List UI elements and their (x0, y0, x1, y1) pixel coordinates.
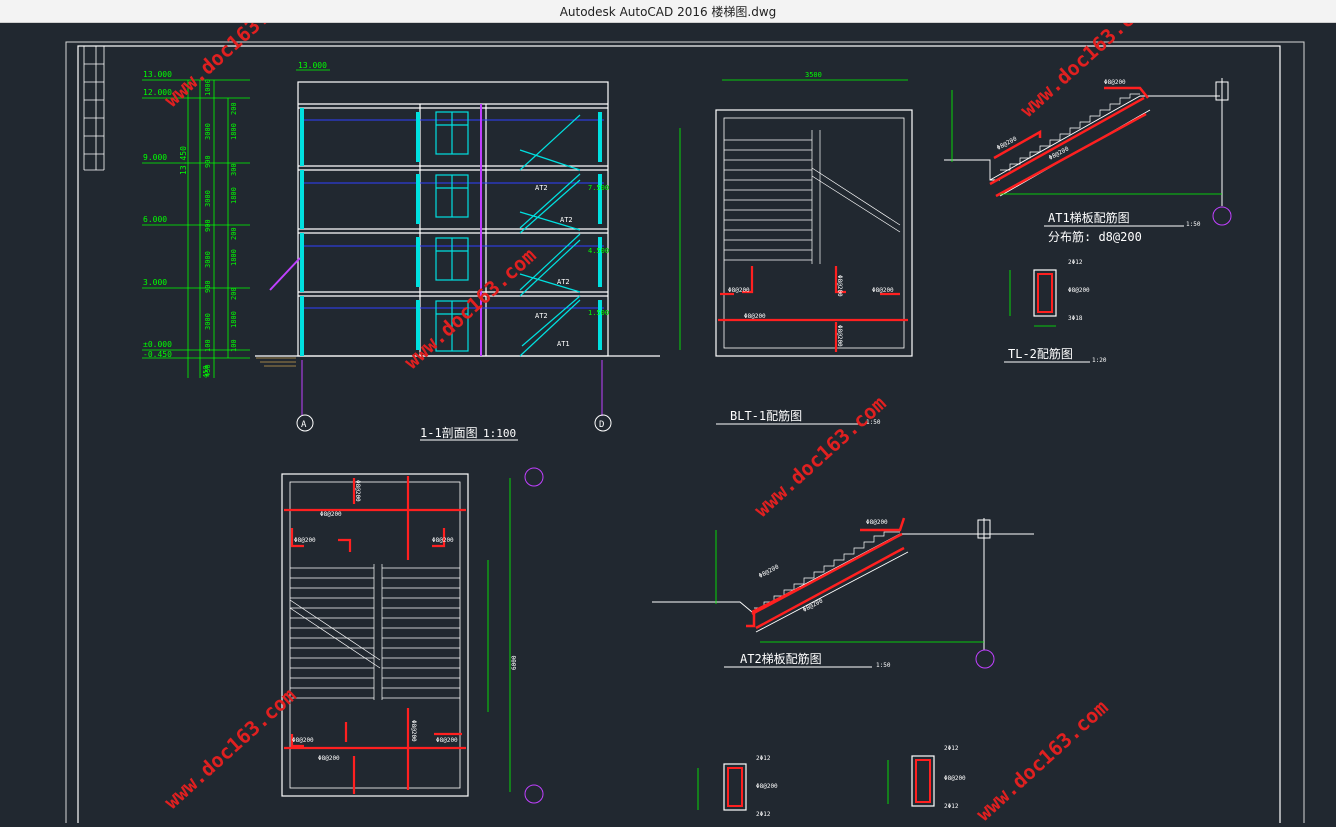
level-label: 9.000 (143, 153, 167, 162)
svg-text:Φ8@200: Φ8@200 (744, 313, 766, 320)
svg-text:Φ8@200: Φ8@200 (410, 720, 417, 742)
svg-text:3000: 3000 (204, 190, 212, 207)
svg-text:Φ8@200: Φ8@200 (354, 480, 361, 502)
plan-width-dim: 3500 (805, 71, 822, 79)
svg-text:Φ8@200: Φ8@200 (836, 275, 843, 297)
svg-text:AT2: AT2 (557, 278, 570, 286)
svg-text:Φ8@200: Φ8@200 (866, 519, 888, 526)
drawing-canvas[interactable]: 13.000 12.000 9.000 6.000 3.000 ±0.000 -… (0, 0, 1336, 827)
svg-text:2Φ12: 2Φ12 (756, 811, 771, 818)
svg-text:Φ8@200: Φ8@200 (836, 325, 843, 347)
plan-lower-rebar (284, 476, 466, 794)
svg-text:100: 100 (204, 339, 212, 352)
watermark-text: www.doc163.com (159, 23, 300, 112)
svg-text:3000: 3000 (204, 313, 212, 330)
svg-text:1800: 1800 (230, 249, 238, 266)
svg-text:AT1: AT1 (557, 340, 570, 348)
svg-text:900: 900 (204, 155, 212, 168)
svg-text:1800: 1800 (230, 123, 238, 140)
svg-text:AT2: AT2 (535, 184, 548, 192)
svg-text:200: 200 (230, 287, 238, 300)
plan-blt1-title: BLT-1配筋图 (730, 408, 802, 423)
svg-text:1.500: 1.500 (588, 309, 609, 317)
flight-labels: AT2 AT2 AT2 AT2 AT1 (535, 184, 573, 348)
svg-text:4.500: 4.500 (588, 247, 609, 255)
svg-text:2Φ12: 2Φ12 (944, 745, 959, 752)
svg-text:Φ8@200: Φ8@200 (318, 755, 340, 762)
svg-text:Φ8@200: Φ8@200 (1068, 287, 1090, 294)
svg-text:Φ8@200: Φ8@200 (728, 287, 750, 294)
svg-text:300: 300 (230, 163, 238, 176)
axis-label-d: D (599, 420, 604, 430)
watermark-text: www.doc163.com (1015, 23, 1156, 122)
tl2-drawing: 2Φ12 Φ8@200 3Φ18 TL-2配筋图 1:20 (1004, 259, 1107, 364)
svg-text:Φ8@200: Φ8@200 (944, 775, 966, 782)
level-label: -0.450 (143, 350, 172, 359)
svg-text:3Φ18: 3Φ18 (1068, 315, 1083, 322)
svg-text:2Φ12: 2Φ12 (756, 755, 771, 762)
cad-drawing[interactable]: 13.000 12.000 9.000 6.000 3.000 ±0.000 -… (0, 0, 1336, 827)
beam-section-2: 2Φ12 Φ8@200 2Φ12 (887, 745, 966, 810)
svg-text:Φ8@200: Φ8@200 (292, 737, 314, 744)
at2-title: AT2梯板配筋图 (740, 651, 822, 666)
at1-drawing: Φ8@200 Φ8@200 Φ8@200 AT1梯板配筋图 1:50 分布筋: … (944, 78, 1232, 244)
plan-blt1-rebar (718, 266, 908, 352)
svg-text:2Φ12: 2Φ12 (1068, 259, 1083, 266)
svg-text:200: 200 (230, 227, 238, 240)
svg-text:3000: 3000 (204, 123, 212, 140)
window-titlebar: Autodesk AutoCAD 2016 楼梯图.dwg (0, 0, 1336, 23)
outer-frame (65, 41, 1305, 827)
plan-blt1-drawing: 3500 Φ8@200 Φ8@200 Φ8@200 Φ8@200 Φ8@200 (679, 71, 913, 426)
at2-scale: 1:50 (876, 662, 891, 669)
top-level-label: 13.000 (298, 61, 327, 70)
svg-text:Φ8@200: Φ8@200 (872, 287, 894, 294)
at1-scale: 1:50 (1186, 221, 1201, 228)
title-block-strip (83, 46, 105, 171)
level-label: 13.000 (143, 70, 172, 79)
watermark-text: www.doc163.com (159, 683, 300, 814)
svg-text:Φ8@200: Φ8@200 (1048, 145, 1071, 162)
beam-section-1: 2Φ12 Φ8@200 2Φ12 (697, 755, 778, 818)
section-title: 1-1剖面图 (420, 426, 478, 440)
level-label: 3.000 (143, 278, 167, 287)
svg-text:450: 450 (202, 365, 210, 378)
total-height-dim: 13.450 (179, 146, 188, 175)
svg-text:Φ8@200: Φ8@200 (756, 783, 778, 790)
svg-text:Φ8@200: Φ8@200 (436, 737, 458, 744)
svg-text:1800: 1800 (230, 311, 238, 328)
svg-text:Φ8@200: Φ8@200 (432, 537, 454, 544)
tl2-scale: 1:20 (1092, 357, 1107, 364)
svg-text:Φ8@200: Φ8@200 (1104, 79, 1126, 86)
tl2-title: TL-2配筋图 (1008, 346, 1073, 361)
svg-text:Φ8@200: Φ8@200 (758, 563, 781, 580)
level-label: 6.000 (143, 215, 167, 224)
window-title: Autodesk AutoCAD 2016 楼梯图.dwg (559, 5, 777, 19)
svg-text:Φ8@200: Φ8@200 (294, 537, 316, 544)
vertical-dims-inner: 200 1800 300 1800 200 1800 200 1800 100 … (202, 102, 238, 378)
level-label: ±0.000 (143, 340, 172, 349)
at2-drawing: Φ8@200 Φ8@200 Φ8@200 AT2梯板配筋图 1:50 (652, 517, 1034, 669)
svg-text:1800: 1800 (230, 187, 238, 204)
svg-text:AT2: AT2 (535, 312, 548, 320)
section-stair-flights (519, 114, 581, 357)
section-scale: 1:100 (483, 427, 516, 440)
vertical-dims-right: 1000 3000 900 3000 900 3000 900 3000 100… (204, 79, 212, 377)
svg-text:900: 900 (204, 280, 212, 293)
at1-note: 分布筋: d8@200 (1048, 229, 1142, 244)
svg-text:Φ8@200: Φ8@200 (320, 511, 342, 518)
svg-text:200: 200 (230, 102, 238, 115)
svg-text:2Φ12: 2Φ12 (944, 803, 959, 810)
svg-text:7.500: 7.500 (588, 184, 609, 192)
axis-label-a: A (301, 420, 307, 430)
watermark-text: www.doc163.com (971, 695, 1112, 823)
at1-title: AT1梯板配筋图 (1048, 210, 1130, 225)
svg-text:100: 100 (230, 339, 238, 352)
plan-lower-length-dim: 6000 (511, 655, 518, 670)
svg-text:900: 900 (204, 219, 212, 232)
plan-lower-drawing: Φ8@200 Φ8@200 Φ8@200 Φ8@200 Φ8@200 Φ8@20… (281, 467, 544, 804)
svg-text:AT2: AT2 (560, 216, 573, 224)
section-1-1-drawing: 13.000 12.000 9.000 6.000 3.000 ±0.000 -… (142, 61, 660, 441)
svg-text:Φ8@200: Φ8@200 (802, 597, 825, 614)
svg-text:3000: 3000 (204, 251, 212, 268)
